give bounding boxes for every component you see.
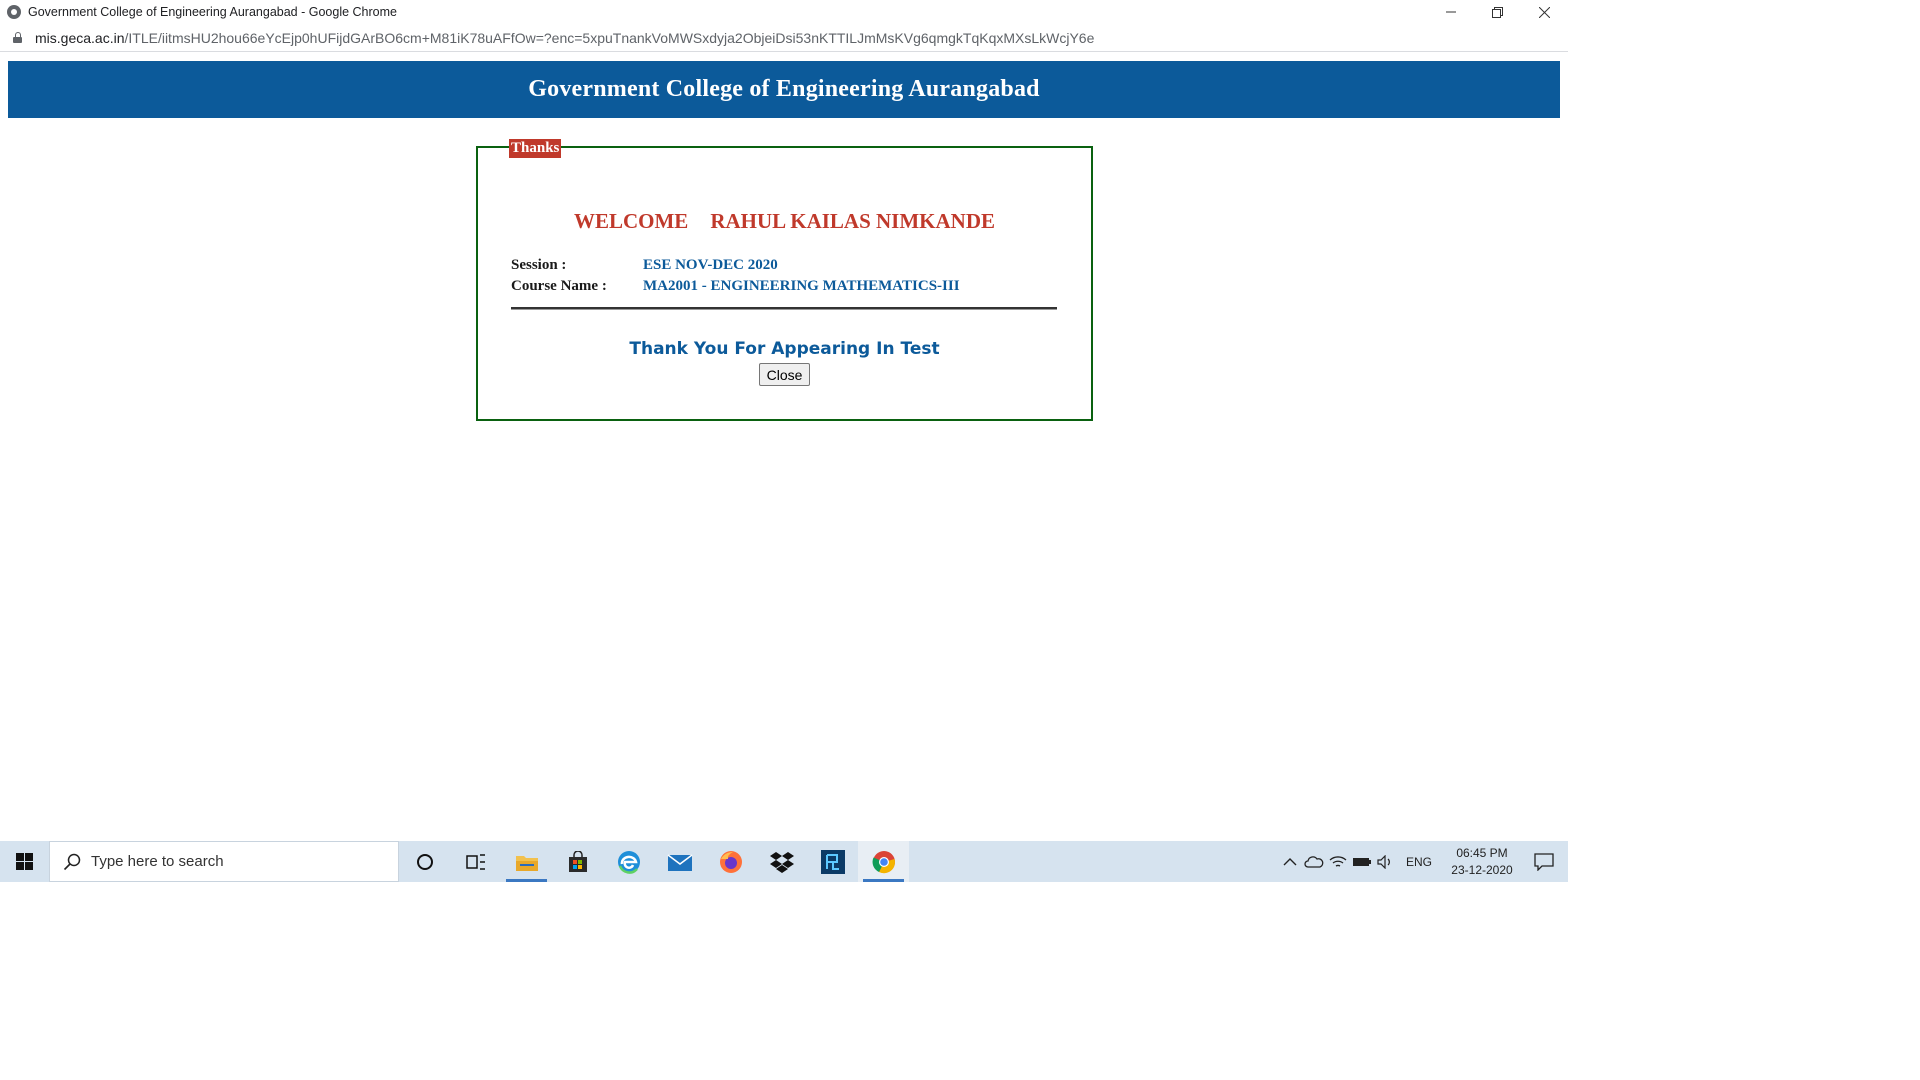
task-view-icon xyxy=(465,853,485,870)
firefox-button[interactable] xyxy=(705,841,756,882)
chrome-app-icon xyxy=(7,5,21,19)
page-title: Government College of Engineering Aurang… xyxy=(528,76,1040,102)
close-icon xyxy=(1539,6,1550,18)
thank-you-message: Thank You For Appearing In Test xyxy=(629,339,940,359)
dropbox-button[interactable] xyxy=(756,841,807,882)
session-value: ESE NOV-DEC 2020 xyxy=(643,257,778,273)
course-value: MA2001 - ENGINEERING MATHEMATICS-III xyxy=(643,278,960,294)
speaker-icon xyxy=(1377,854,1390,869)
browser-title-bar: Government College of Engineering Aurang… xyxy=(0,0,1568,24)
minimize-button[interactable] xyxy=(1427,0,1474,24)
cloud-icon xyxy=(1304,855,1324,868)
firefox-icon xyxy=(719,850,742,873)
edge-icon xyxy=(617,850,640,874)
url-host: mis.geca.ac.in xyxy=(35,29,125,46)
student-name: RAHUL KAILAS NIMKANDE xyxy=(710,209,996,233)
network-tray-button[interactable] xyxy=(1326,841,1350,882)
file-explorer-button[interactable] xyxy=(501,841,552,882)
onedrive-tray-button[interactable] xyxy=(1302,841,1326,882)
url-path: /ITLE/iitmsHU2hou66eYcEjp0hUFijdGArBO6cm… xyxy=(124,29,1095,46)
clock-date: 23-12-2020 xyxy=(1451,862,1513,877)
close-button[interactable]: Close xyxy=(759,363,810,386)
minimize-icon xyxy=(1445,11,1456,13)
app-button[interactable] xyxy=(807,841,858,882)
cortana-icon xyxy=(416,853,433,870)
task-view-button[interactable] xyxy=(450,841,501,882)
url-text[interactable]: mis.geca.ac.in/ITLE/iitmsHU2hou66eYcEjp0… xyxy=(35,30,1094,46)
chevron-up-icon xyxy=(1283,857,1297,865)
address-bar[interactable]: mis.geca.ac.in/ITLE/iitmsHU2hou66eYcEjp0… xyxy=(0,24,1568,52)
search-icon xyxy=(63,853,81,870)
thanks-fieldset: Thanks WELCOME RAHUL KAILAS NIMKANDE Sess… xyxy=(476,139,1093,421)
restore-button[interactable] xyxy=(1474,0,1521,24)
taskbar: Type here to search ENG 06:45 PM 23-12-2… xyxy=(0,841,1568,882)
clock-time: 06:45 PM xyxy=(1456,845,1508,860)
clock[interactable]: 06:45 PM 23-12-2020 xyxy=(1444,845,1520,879)
battery-icon xyxy=(1352,857,1371,866)
course-label: Course Name : xyxy=(511,278,607,294)
window-title: Government College of Engineering Aurang… xyxy=(28,5,397,19)
college-header-banner: Government College of Engineering Aurang… xyxy=(8,61,1560,118)
session-label: Session : xyxy=(511,257,567,273)
windows-start-icon xyxy=(16,853,33,870)
chrome-icon xyxy=(872,850,895,873)
lock-icon[interactable] xyxy=(13,32,22,43)
edge-button[interactable] xyxy=(603,841,654,882)
notifications-button[interactable] xyxy=(1520,841,1568,882)
dropbox-icon xyxy=(769,851,794,873)
start-button[interactable] xyxy=(0,841,49,882)
file-explorer-icon xyxy=(515,855,538,871)
volume-tray-button[interactable] xyxy=(1374,841,1398,882)
mail-icon xyxy=(667,853,692,871)
store-icon xyxy=(568,850,587,872)
cortana-button[interactable] xyxy=(399,841,450,882)
store-button[interactable] xyxy=(552,841,603,882)
restore-icon xyxy=(1492,6,1503,18)
welcome-heading: WELCOME RAHUL KAILAS NIMKANDE xyxy=(478,209,1091,234)
divider xyxy=(511,307,1057,310)
welcome-label: WELCOME xyxy=(573,209,689,233)
wifi-icon xyxy=(1329,855,1347,867)
app-icon xyxy=(820,849,845,874)
taskbar-search-input[interactable]: Type here to search xyxy=(49,841,399,882)
mail-button[interactable] xyxy=(654,841,705,882)
close-window-button[interactable] xyxy=(1521,0,1568,24)
fieldset-legend: Thanks xyxy=(509,139,562,158)
system-tray: ENG 06:45 PM 23-12-2020 xyxy=(1278,841,1568,882)
battery-tray-button[interactable] xyxy=(1350,841,1374,882)
notification-icon xyxy=(1534,852,1554,871)
window-controls xyxy=(1427,0,1568,24)
language-indicator[interactable]: ENG xyxy=(1406,855,1432,869)
show-hidden-icons-button[interactable] xyxy=(1278,841,1302,882)
search-placeholder: Type here to search xyxy=(91,853,224,870)
chrome-button[interactable] xyxy=(858,841,909,882)
